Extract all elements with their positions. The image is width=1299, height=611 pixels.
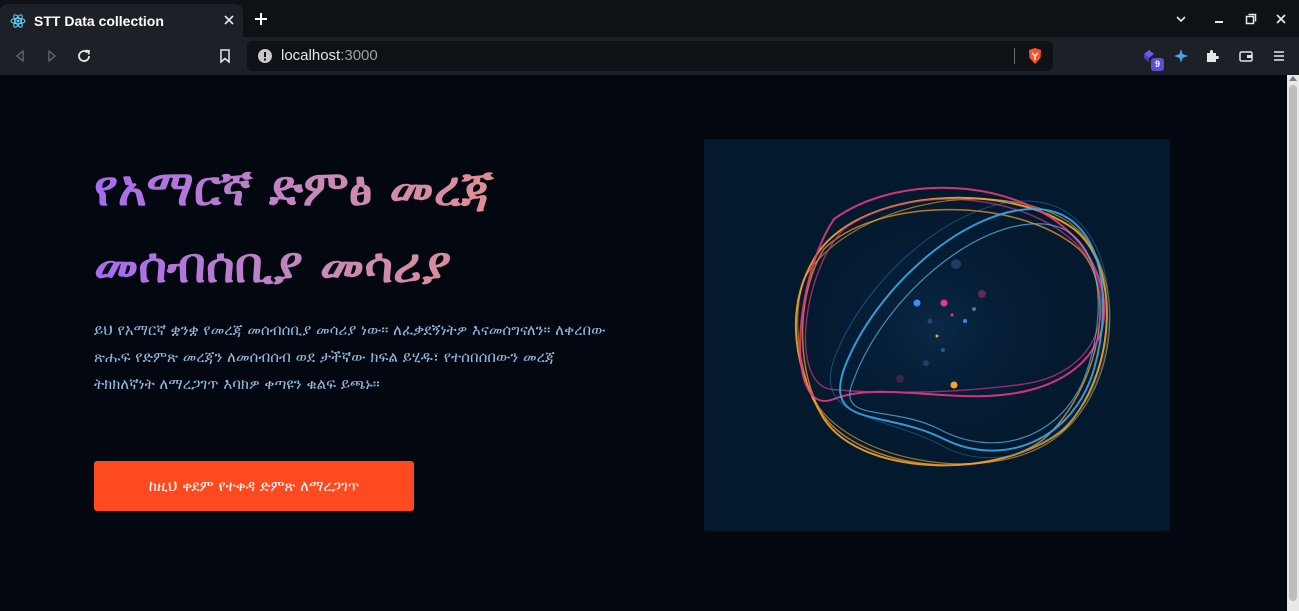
new-tab-plus-icon[interactable]	[252, 10, 270, 28]
forward-arrow-icon[interactable]	[43, 47, 61, 65]
hero-title-line-2: መሰብሰቢያ መሳሪያ	[94, 237, 452, 294]
menu-hamburger-icon[interactable]	[1270, 47, 1288, 65]
extension-badge-count: 9	[1151, 58, 1164, 71]
restore-icon[interactable]	[1243, 11, 1259, 27]
scroll-up-arrow-icon[interactable]	[1289, 76, 1297, 81]
tab-list-chevron-down-icon[interactable]	[1173, 11, 1189, 27]
browser-toolbar: localhost:3000 9	[0, 37, 1299, 75]
extensions-puzzle-icon[interactable]	[1203, 47, 1221, 65]
close-tab-icon[interactable]	[221, 12, 237, 28]
reload-icon[interactable]	[75, 47, 93, 65]
translate-extension-icon[interactable]	[1172, 47, 1190, 65]
extension-badge-icon[interactable]: 9	[1140, 47, 1164, 71]
back-arrow-icon[interactable]	[11, 47, 29, 65]
site-info-icon[interactable]	[257, 48, 273, 64]
hero-illustration	[704, 139, 1170, 531]
url-port: :3000	[340, 47, 378, 64]
verify-recordings-button[interactable]: ከዚህ ቀደም የተቀዳ ድምጽ ለማረጋገጥ	[94, 461, 414, 511]
address-divider	[1014, 48, 1015, 64]
sound-rings-illustration	[767, 179, 1111, 479]
hero-title: የአማርኛ ድምፅ መረጃ መሰብሰቢያ መሳሪያ	[94, 150, 614, 304]
address-bar[interactable]: localhost:3000	[247, 41, 1053, 71]
minimize-icon[interactable]	[1211, 11, 1227, 27]
hero-title-line-1: የአማርኛ ድምፅ መረጃ	[94, 160, 494, 217]
hero-description: ይህ የአማርኛ ቋንቋ የመረጃ መሰብሰቢያ መሳሪያ ነው። ለፈቃደኝነ…	[94, 321, 606, 393]
wallet-icon[interactable]	[1237, 47, 1255, 65]
url-host: localhost	[281, 47, 341, 64]
page-scrollbar[interactable]	[1287, 75, 1299, 611]
bookmark-icon[interactable]	[216, 47, 234, 65]
tab-strip: STT Data collection	[0, 0, 1299, 37]
scrollbar-thumb[interactable]	[1289, 85, 1297, 601]
react-icon	[10, 13, 26, 29]
tab-title: STT Data collection	[34, 12, 164, 29]
tab-stt-data-collection[interactable]: STT Data collection	[0, 4, 243, 37]
url-text[interactable]: localhost:3000	[281, 47, 378, 64]
brave-shield-icon[interactable]	[1026, 47, 1044, 65]
page-viewport: የአማርኛ ድምፅ መረጃ መሰብሰቢያ መሳሪያ ይህ የአማርኛ ቋንቋ የ…	[0, 75, 1287, 611]
close-window-icon[interactable]	[1273, 11, 1289, 27]
